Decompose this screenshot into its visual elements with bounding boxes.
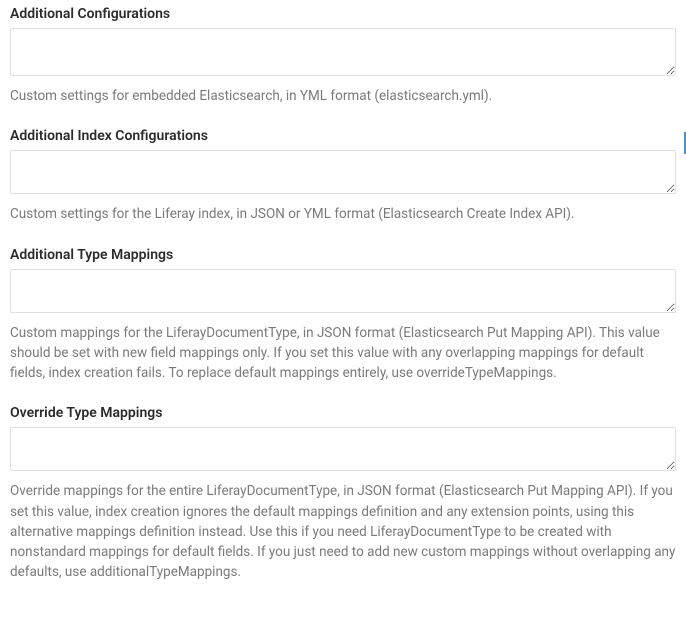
field-additional-type-mappings: Additional Type Mappings Custom mappings… [10,247,676,384]
textarea-additional-index-configurations[interactable] [10,150,676,194]
label-additional-index-configurations: Additional Index Configurations [10,128,676,144]
textarea-additional-configurations[interactable] [10,28,676,76]
field-additional-index-configurations: Additional Index Configurations Custom s… [10,128,676,224]
label-additional-type-mappings: Additional Type Mappings [10,247,676,263]
textarea-override-type-mappings[interactable] [10,427,676,471]
field-additional-configurations: Additional Configurations Custom setting… [10,6,676,106]
label-override-type-mappings: Override Type Mappings [10,405,676,421]
help-additional-index-configurations: Custom settings for the Liferay index, i… [10,204,676,224]
label-additional-configurations: Additional Configurations [10,6,676,22]
help-additional-configurations: Custom settings for embedded Elasticsear… [10,86,676,106]
help-override-type-mappings: Override mappings for the entire Liferay… [10,481,676,582]
field-override-type-mappings: Override Type Mappings Override mappings… [10,405,676,582]
help-additional-type-mappings: Custom mappings for the LiferayDocumentT… [10,323,676,384]
textarea-additional-type-mappings[interactable] [10,269,676,313]
